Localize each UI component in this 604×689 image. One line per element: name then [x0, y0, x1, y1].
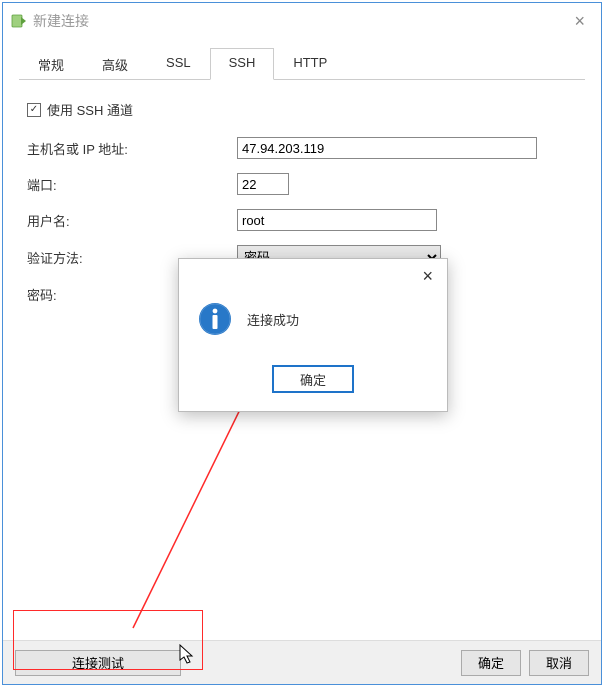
window-title: 新建连接: [33, 11, 566, 31]
user-label: 用户名:: [27, 211, 237, 230]
port-input[interactable]: [237, 173, 289, 195]
use-ssh-checkbox[interactable]: [27, 103, 41, 117]
cancel-button[interactable]: 取消: [529, 650, 589, 676]
host-input[interactable]: [237, 137, 537, 159]
titlebar: 新建连接 ×: [3, 3, 601, 39]
host-label: 主机名或 IP 地址:: [27, 139, 237, 158]
dialog-titlebar: ×: [179, 259, 447, 293]
tab-ssl[interactable]: SSL: [147, 48, 210, 80]
dialog-message: 连接成功: [247, 310, 299, 329]
dialog-close-icon[interactable]: ×: [414, 264, 441, 289]
tab-ssh[interactable]: SSH: [210, 48, 275, 80]
tab-bar: 常规 高级 SSL SSH HTTP: [19, 47, 585, 80]
info-icon: [197, 301, 233, 337]
port-label: 端口:: [27, 175, 237, 194]
tab-http[interactable]: HTTP: [274, 48, 346, 80]
user-input[interactable]: [237, 209, 437, 231]
ok-button[interactable]: 确定: [461, 650, 521, 676]
main-window: 新建连接 × 常规 高级 SSL SSH HTTP 使用 SSH 通道 主机名或…: [2, 2, 602, 685]
success-dialog: × 连接成功 确定: [178, 258, 448, 412]
footer-bar: 连接测试 确定 取消: [3, 640, 601, 684]
tab-advanced[interactable]: 高级: [83, 48, 147, 80]
annotation-arrow-icon: [123, 373, 303, 633]
tab-general[interactable]: 常规: [19, 48, 83, 80]
close-icon[interactable]: ×: [566, 7, 593, 36]
use-ssh-label: 使用 SSH 通道: [47, 100, 133, 119]
use-ssh-row: 使用 SSH 通道: [27, 100, 577, 119]
dialog-ok-button[interactable]: 确定: [272, 365, 354, 393]
app-icon: [11, 13, 27, 29]
test-connection-button[interactable]: 连接测试: [15, 650, 181, 676]
